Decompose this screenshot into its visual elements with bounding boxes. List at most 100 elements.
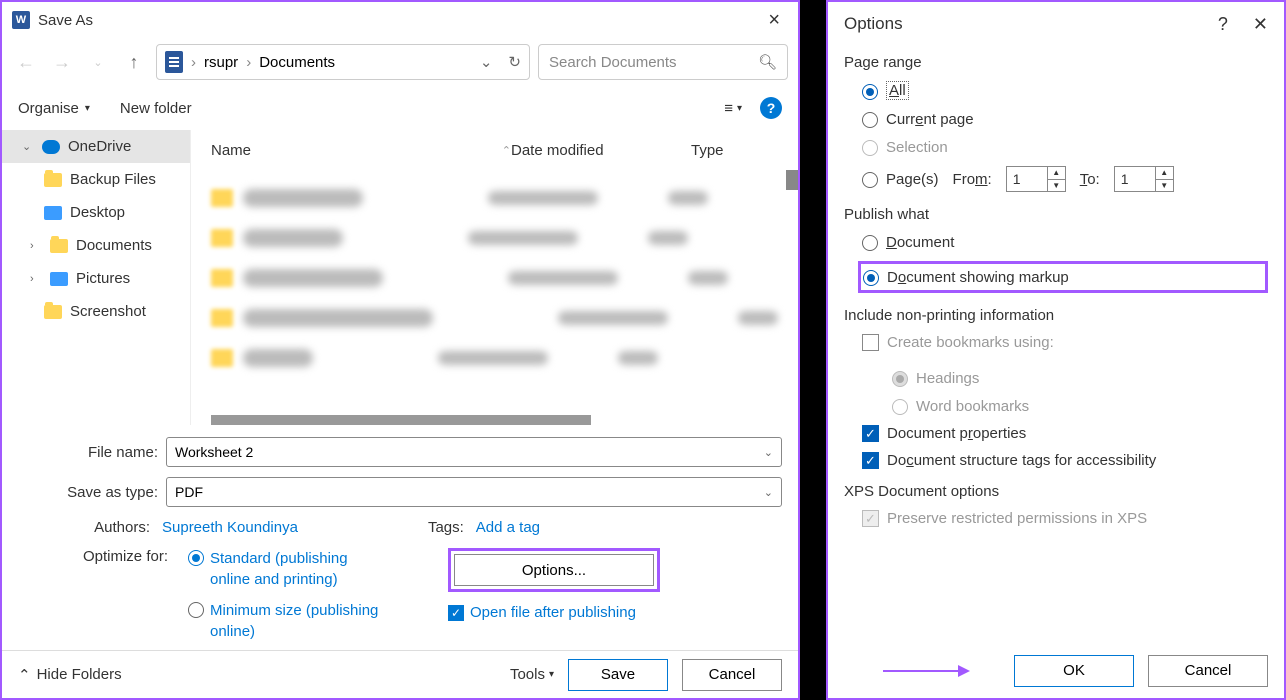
- scrollbar-vertical[interactable]: [786, 170, 798, 190]
- publish-markup-highlight: Document showing markup: [858, 261, 1268, 293]
- include-title: Include non-printing information: [844, 307, 1268, 324]
- chevron-down-icon: ⌄: [22, 140, 34, 153]
- to-input[interactable]: 1▲▼: [1114, 166, 1174, 192]
- hide-folders-button[interactable]: ⌃Hide Folders: [18, 666, 122, 684]
- word-bookmarks-radio: Word bookmarks: [892, 397, 1268, 415]
- options-dialog: Options ? ✕ Page range All Current page …: [826, 0, 1286, 700]
- titlebar: W Save As ×: [2, 2, 798, 38]
- sidebar-item-documents[interactable]: ›Documents: [2, 229, 190, 262]
- optimize-minimum-radio[interactable]: Minimum size (publishing online): [188, 600, 388, 642]
- tags-value[interactable]: Add a tag: [476, 519, 540, 536]
- desktop-icon: [44, 206, 62, 220]
- chevron-up-icon: ⌃: [18, 666, 31, 684]
- column-date[interactable]: Date modified: [511, 142, 691, 159]
- scrollbar-horizontal[interactable]: [211, 415, 591, 425]
- refresh-icon[interactable]: ↻: [508, 53, 521, 71]
- to-label: To:: [1080, 171, 1100, 188]
- column-name[interactable]: Name⌃: [211, 142, 511, 159]
- open-after-checkbox[interactable]: ✓Open file after publishing: [448, 604, 636, 621]
- optimize-standard-radio[interactable]: Standard (publishing online and printing…: [188, 548, 388, 590]
- save-type-select[interactable]: PDF⌄: [166, 477, 782, 507]
- search-icon: 🔍︎: [758, 53, 777, 71]
- options-title: Options: [844, 14, 903, 34]
- chevron-down-icon[interactable]: ⌄: [764, 446, 773, 459]
- view-menu[interactable]: ≡ ▾: [724, 100, 742, 117]
- page-range-section: Page range All Current page Selection Pa…: [844, 54, 1268, 192]
- page-range-all-radio[interactable]: All: [862, 81, 1268, 100]
- search-placeholder: Search Documents: [549, 54, 677, 71]
- column-headers: Name⌃ Date modified Type: [191, 130, 798, 170]
- close-icon[interactable]: ✕: [1253, 14, 1268, 35]
- spinner-arrows[interactable]: ▲▼: [1155, 167, 1173, 191]
- back-button[interactable]: ←: [12, 48, 40, 76]
- sort-up-icon: ⌃: [502, 144, 511, 157]
- address-root[interactable]: rsupr: [204, 54, 238, 71]
- list-item[interactable]: [211, 218, 778, 258]
- sidebar-item-onedrive[interactable]: ⌄OneDrive: [2, 130, 190, 163]
- optimize-block: Optimize for: Standard (publishing onlin…: [2, 540, 798, 650]
- options-button[interactable]: Options...: [454, 554, 654, 586]
- publish-markup-radio[interactable]: Document showing markup: [863, 268, 1069, 286]
- publish-what-section: Publish what Document Document showing m…: [844, 206, 1268, 293]
- file-rows: [191, 170, 798, 425]
- sidebar-item-pictures[interactable]: ›Pictures: [2, 262, 190, 295]
- folder-icon: [44, 173, 62, 187]
- cancel-button[interactable]: Cancel: [682, 659, 782, 691]
- from-input[interactable]: 1▲▼: [1006, 166, 1066, 192]
- nav-row: ← → ⌄ ↑ › rsupr › Documents ⌄ ↻ Search D…: [2, 38, 798, 86]
- sidebar-item-desktop[interactable]: Desktop: [2, 196, 190, 229]
- forward-button[interactable]: →: [48, 48, 76, 76]
- spinner-arrows[interactable]: ▲▼: [1047, 167, 1065, 191]
- save-type-label: Save as type:: [18, 484, 158, 501]
- new-folder-button[interactable]: New folder: [120, 100, 192, 117]
- page-range-pages-radio[interactable]: Page(s): [862, 170, 939, 188]
- publish-document-radio[interactable]: Document: [862, 233, 1268, 251]
- organise-menu[interactable]: Organise▾: [18, 100, 90, 117]
- sidebar: ⌄OneDrive Backup Files Desktop ›Document…: [2, 130, 191, 425]
- toolbar: Organise▾ New folder ≡ ▾ ?: [2, 86, 798, 130]
- close-icon[interactable]: ×: [760, 9, 788, 32]
- save-button[interactable]: Save: [568, 659, 668, 691]
- tools-menu[interactable]: Tools▾: [510, 666, 554, 683]
- pictures-icon: [50, 272, 68, 286]
- page-range-current-radio[interactable]: Current page: [862, 110, 1268, 128]
- recent-chevron-icon[interactable]: ⌄: [84, 48, 112, 76]
- folder-icon: [44, 305, 62, 319]
- document-icon: [165, 51, 183, 73]
- options-button-highlight: Options...: [448, 548, 660, 592]
- xps-title: XPS Document options: [844, 483, 1268, 500]
- window-title: Save As: [38, 12, 93, 29]
- list-item[interactable]: [211, 178, 778, 218]
- help-icon[interactable]: ?: [1218, 14, 1228, 35]
- xps-section: XPS Document options ✓Preserve restricte…: [844, 483, 1268, 527]
- ok-button[interactable]: OK: [1014, 655, 1134, 687]
- include-section: Include non-printing information Create …: [844, 307, 1268, 469]
- file-name-label: File name:: [18, 444, 158, 461]
- address-folder[interactable]: Documents: [259, 54, 335, 71]
- doc-props-checkbox[interactable]: ✓Document properties: [862, 425, 1268, 442]
- page-range-selection-radio: Selection: [862, 138, 1268, 156]
- search-input[interactable]: Search Documents 🔍︎: [538, 44, 788, 80]
- options-body: Page range All Current page Selection Pa…: [828, 46, 1284, 643]
- arrow-annotation: [883, 665, 970, 677]
- cancel-button[interactable]: Cancel: [1148, 655, 1268, 687]
- chevron-down-icon[interactable]: ⌄: [764, 486, 773, 499]
- sidebar-item-screenshot[interactable]: Screenshot: [2, 295, 190, 328]
- help-icon[interactable]: ?: [760, 97, 782, 119]
- chevron-down-icon[interactable]: ⌄: [480, 53, 493, 71]
- file-name-input[interactable]: Worksheet 2⌄: [166, 437, 782, 467]
- folder-icon: [50, 239, 68, 253]
- column-type[interactable]: Type: [691, 142, 751, 159]
- authors-value[interactable]: Supreeth Koundinya: [162, 519, 298, 536]
- list-item[interactable]: [211, 258, 778, 298]
- bottom-bar: ⌃Hide Folders Tools▾ Save Cancel: [2, 650, 798, 698]
- cloud-icon: [42, 140, 60, 154]
- sidebar-item-backup[interactable]: Backup Files: [2, 163, 190, 196]
- address-bar[interactable]: › rsupr › Documents ⌄ ↻: [156, 44, 530, 80]
- list-item[interactable]: [211, 298, 778, 338]
- word-icon: W: [12, 11, 30, 29]
- list-item[interactable]: [211, 338, 778, 378]
- struct-tags-checkbox[interactable]: ✓Document structure tags for accessibili…: [862, 452, 1268, 469]
- up-button[interactable]: ↑: [120, 48, 148, 76]
- form-area: File name: Worksheet 2⌄ Save as type: PD…: [2, 425, 798, 515]
